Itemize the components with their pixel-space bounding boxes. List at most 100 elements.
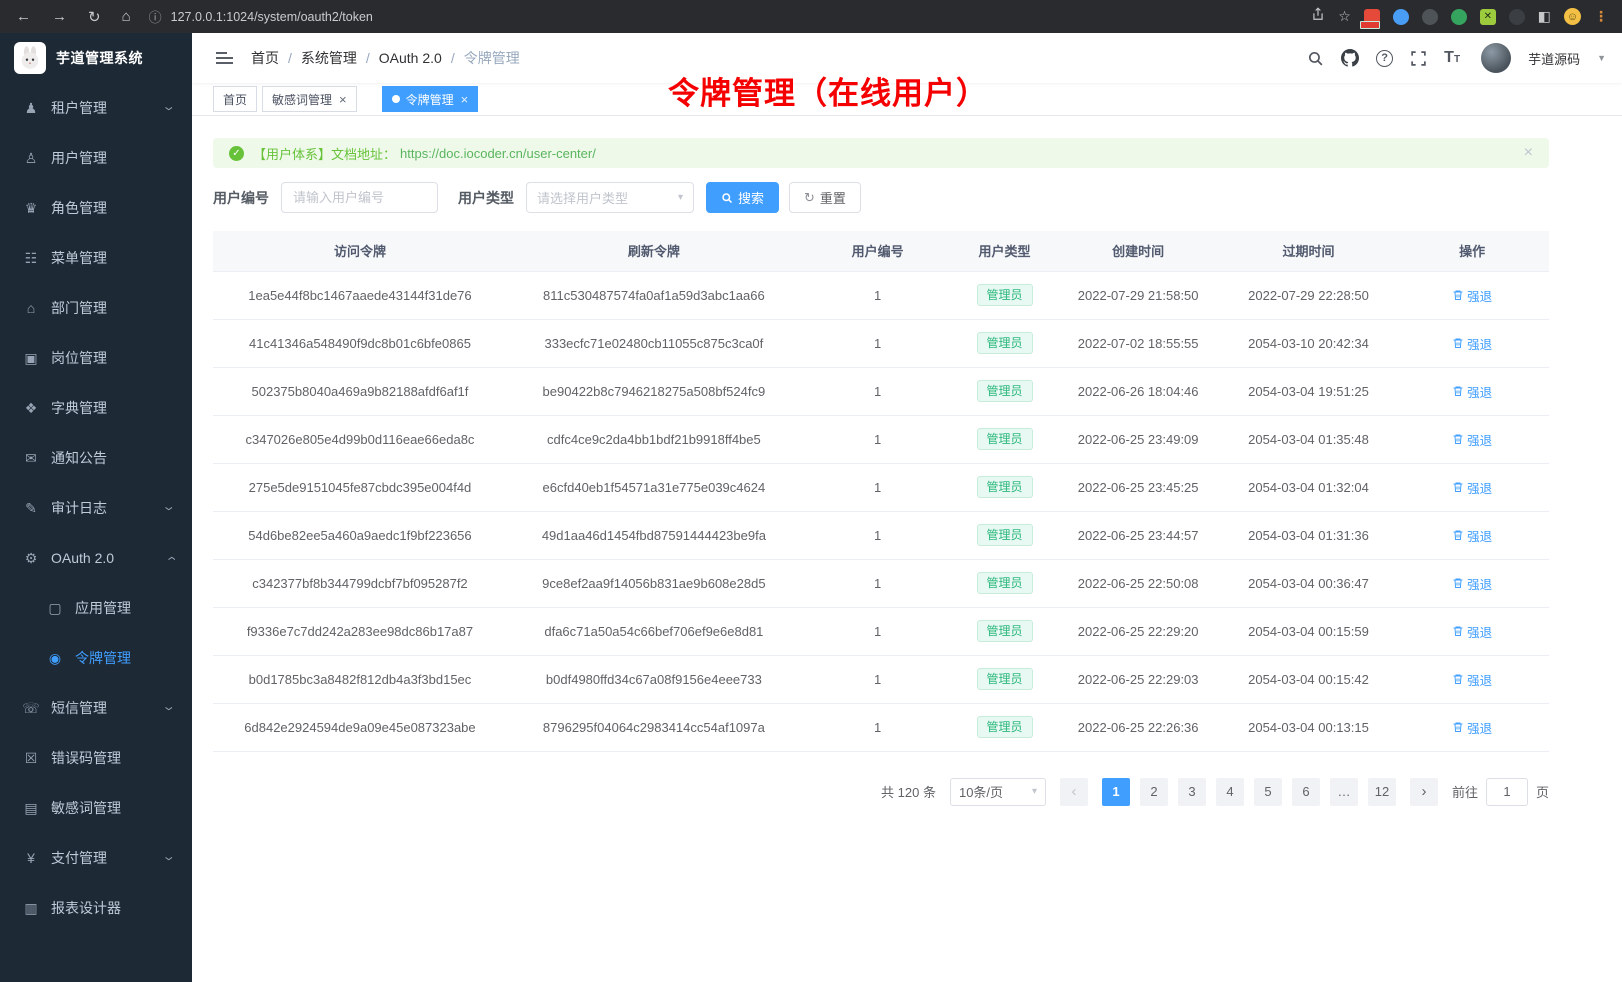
sidebar-item-audit-log[interactable]: ✎ 审计日志 ›: [0, 483, 192, 533]
pagination-pages: 123456…12: [1102, 778, 1396, 806]
alert-close-icon[interactable]: ×: [1524, 144, 1533, 162]
sidebar-item-sms[interactable]: ☏ 短信管理 ›: [0, 683, 192, 733]
extension-icon-green[interactable]: [1451, 9, 1467, 25]
breadcrumb-home[interactable]: 首页: [251, 48, 279, 68]
total-count: 共 120 条: [881, 782, 936, 801]
force-logout-button[interactable]: 强退: [1452, 670, 1492, 689]
tab-sensitive-word[interactable]: 敏感词管理 ×: [262, 86, 357, 112]
force-logout-button[interactable]: 强退: [1452, 334, 1492, 353]
search-button[interactable]: 搜索: [706, 182, 779, 213]
app-logo[interactable]: 芋道管理系统: [0, 33, 192, 83]
sidebar-item-app-mgmt[interactable]: ▢ 应用管理: [0, 583, 192, 633]
fullscreen-icon[interactable]: [1410, 50, 1427, 67]
post-icon: ▣: [20, 350, 42, 367]
payment-icon: ¥: [20, 850, 42, 866]
sidebar-item-pay[interactable]: ¥ 支付管理 ›: [0, 833, 192, 883]
profile-avatar-icon[interactable]: ☺: [1564, 8, 1581, 25]
sidebar-item-report[interactable]: ▥ 报表设计器: [0, 883, 192, 933]
force-logout-button[interactable]: 强退: [1452, 478, 1492, 497]
forward-icon[interactable]: →: [52, 8, 67, 25]
user-type-badge: 管理员: [977, 380, 1033, 402]
table-row: 502375b8040a469a9b82188afdf6af1f be90422…: [213, 367, 1549, 415]
force-logout-button[interactable]: 强退: [1452, 526, 1492, 545]
sidebar-item-dict[interactable]: ❖ 字典管理: [0, 383, 192, 433]
column-header: 操作: [1395, 231, 1549, 271]
url-bar[interactable]: ⓘ 127.0.0.1:1024/system/oauth2/token: [149, 7, 1298, 26]
force-logout-button[interactable]: 强退: [1452, 718, 1492, 737]
user-type-cell: 管理员: [954, 319, 1054, 367]
sms-icon: ☏: [20, 700, 42, 717]
page-button-1[interactable]: 1: [1102, 778, 1130, 806]
refresh-token-cell: dfa6c71a50a54c66bef706ef9e6e8d81: [507, 607, 801, 655]
user-type-badge: 管理员: [977, 524, 1033, 546]
tab-close-icon[interactable]: ×: [339, 93, 347, 106]
reset-button[interactable]: ↻ 重置: [789, 182, 861, 213]
user-type-badge: 管理员: [977, 620, 1033, 642]
tab-home[interactable]: 首页: [213, 86, 257, 112]
force-logout-button[interactable]: 强退: [1452, 574, 1492, 593]
extension-icon-red[interactable]: [1364, 9, 1380, 25]
side-panel-icon[interactable]: ◧: [1538, 8, 1551, 25]
font-size-icon[interactable]: TT: [1444, 50, 1460, 66]
page-button-2[interactable]: 2: [1140, 778, 1168, 806]
user-avatar[interactable]: [1481, 43, 1511, 73]
bookmark-star-icon[interactable]: ☆: [1338, 8, 1351, 25]
sidebar-item-role[interactable]: ♛ 角色管理: [0, 183, 192, 233]
page-button-3[interactable]: 3: [1178, 778, 1206, 806]
goto-page-input[interactable]: [1486, 778, 1528, 806]
user-id-cell: 1: [801, 415, 955, 463]
tab-token[interactable]: 令牌管理 ×: [382, 86, 479, 112]
sidebar-item-error-code[interactable]: ☒ 错误码管理: [0, 733, 192, 783]
reload-icon[interactable]: ↻: [88, 8, 101, 26]
sidebar-item-token-mgmt[interactable]: ◉ 令牌管理: [0, 633, 192, 683]
tab-close-icon[interactable]: ×: [461, 93, 469, 106]
site-info-icon[interactable]: ⓘ: [149, 7, 162, 26]
extension-icon-dark[interactable]: [1422, 9, 1438, 25]
doc-link[interactable]: https://doc.iocoder.cn/user-center/: [400, 146, 596, 161]
sidebar-item-tenant[interactable]: ♟ 租户管理 ›: [0, 83, 192, 133]
sidebar-item-post[interactable]: ▣ 岗位管理: [0, 333, 192, 383]
sidebar-item-menu[interactable]: ☷ 菜单管理: [0, 233, 192, 283]
chevron-down-icon[interactable]: ▼: [1597, 53, 1606, 63]
breadcrumb-system[interactable]: 系统管理: [301, 48, 357, 68]
page-button-4[interactable]: 4: [1216, 778, 1244, 806]
sidebar-item-sensitive-word[interactable]: ▤ 敏感词管理: [0, 783, 192, 833]
home-icon[interactable]: ⌂: [122, 8, 131, 25]
sidebar-item-oauth2[interactable]: ⚙ OAuth 2.0 ›: [0, 533, 192, 583]
access-token-cell: 6d842e2924594de9a09e45e087323abe: [213, 703, 507, 751]
token-icon: ◉: [44, 650, 66, 667]
page-ellipsis[interactable]: …: [1330, 778, 1358, 806]
user-id-input[interactable]: [281, 182, 438, 213]
prev-page-button[interactable]: ‹: [1060, 778, 1088, 806]
page-button-12[interactable]: 12: [1368, 778, 1396, 806]
extension-icon-blue[interactable]: [1393, 9, 1409, 25]
back-icon[interactable]: ←: [16, 8, 31, 25]
page-size-select[interactable]: 10条/页 ▾: [950, 778, 1046, 806]
created-time-cell: 2022-06-25 22:29:03: [1055, 655, 1222, 703]
force-logout-button[interactable]: 强退: [1452, 622, 1492, 641]
force-logout-button[interactable]: 强退: [1452, 286, 1492, 305]
force-logout-button[interactable]: 强退: [1452, 430, 1492, 449]
github-icon[interactable]: [1341, 49, 1359, 67]
extension-icon-lime[interactable]: ✕: [1480, 9, 1496, 25]
search-icon[interactable]: [1307, 50, 1324, 67]
help-icon[interactable]: ?: [1376, 50, 1393, 67]
user-type-cell: 管理员: [954, 271, 1054, 319]
username[interactable]: 芋道源码: [1528, 49, 1580, 68]
page-button-5[interactable]: 5: [1254, 778, 1282, 806]
sidebar-item-notice[interactable]: ✉ 通知公告: [0, 433, 192, 483]
expire-time-cell: 2054-03-04 19:51:25: [1222, 367, 1396, 415]
browser-menu-icon[interactable]: ⋮: [1594, 8, 1608, 25]
sidebar-item-user[interactable]: ♙ 用户管理: [0, 133, 192, 183]
next-page-button[interactable]: ›: [1410, 778, 1438, 806]
force-logout-button[interactable]: 强退: [1452, 382, 1492, 401]
page-button-6[interactable]: 6: [1292, 778, 1320, 806]
user-type-select[interactable]: 请选择用户类型 ▾: [526, 182, 694, 213]
menu-fold-icon[interactable]: [216, 52, 233, 64]
share-icon[interactable]: [1311, 7, 1325, 26]
sidebar-item-dept[interactable]: ⌂ 部门管理: [0, 283, 192, 333]
breadcrumb-oauth[interactable]: OAuth 2.0: [379, 50, 442, 66]
extension-icon-paw[interactable]: [1509, 9, 1525, 25]
user-type-cell: 管理员: [954, 367, 1054, 415]
access-token-cell: 275e5de9151045fe87cbdc395e004f4d: [213, 463, 507, 511]
